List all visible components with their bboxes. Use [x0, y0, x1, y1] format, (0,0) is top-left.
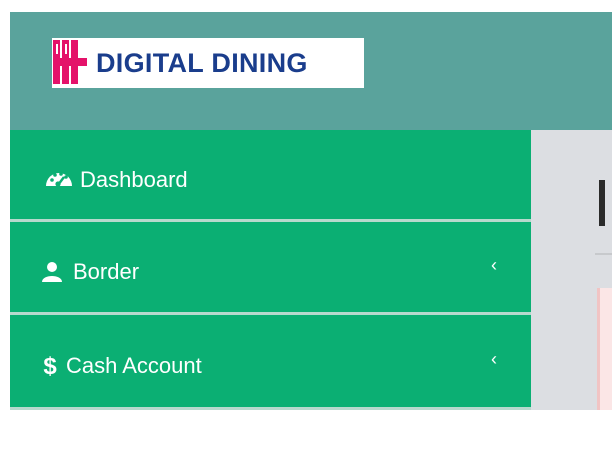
brand-name: DIGITAL DINING: [96, 47, 308, 78]
brand-logo[interactable]: DIGITAL DINING: [52, 38, 364, 88]
user-icon: [40, 261, 64, 283]
main-content: [531, 130, 612, 410]
dollar-icon: $: [43, 353, 57, 380]
sidebar-item-label: Dashboard: [80, 167, 188, 192]
sidebar-item-cash-account[interactable]: $ Cash Account ‹: [10, 315, 531, 410]
sidebar-item-border[interactable]: Border ‹: [10, 222, 531, 315]
divider: [595, 253, 612, 255]
logo-mark-icon: [52, 38, 88, 88]
chevron-left-icon[interactable]: ‹: [491, 255, 497, 276]
sidebar-item-label: Cash Account: [66, 353, 202, 378]
top-header: DIGITAL DINING: [10, 12, 612, 130]
page-title-fragment: [599, 180, 605, 226]
sidebar-item-label: Border: [73, 259, 140, 284]
chevron-left-icon[interactable]: ‹: [491, 349, 497, 370]
dashboard-icon: [44, 168, 74, 188]
alert-panel: [597, 288, 612, 410]
sidebar-item-dashboard[interactable]: Dashboard: [10, 130, 531, 222]
sidebar-menu: Dashboard Border ‹ $ Cash Account ‹: [10, 130, 531, 410]
